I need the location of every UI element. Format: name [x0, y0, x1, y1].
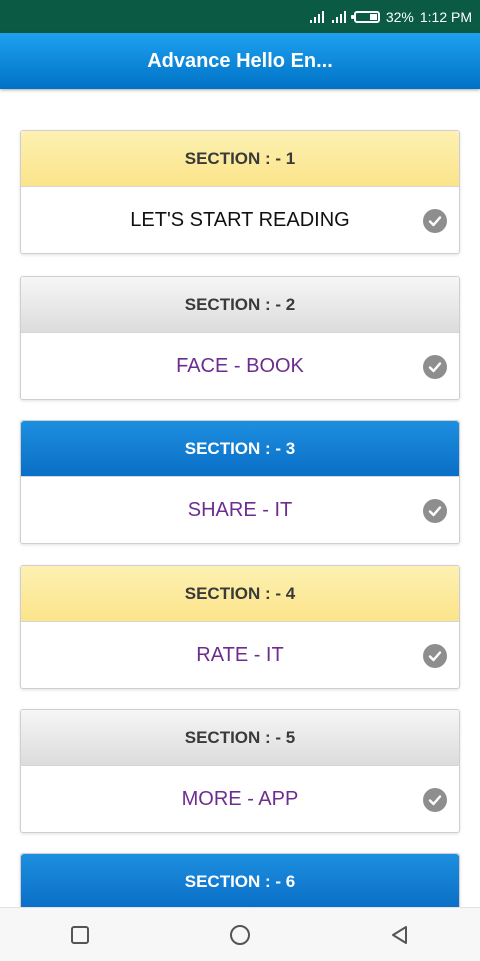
section-item-share[interactable]: SHARE - IT	[21, 477, 459, 543]
recent-apps-button[interactable]	[60, 915, 100, 955]
battery-percent: 32%	[385, 8, 414, 25]
status-bar: 32% 1:12 PM	[0, 0, 480, 33]
section-header: SECTION : - 2	[21, 277, 459, 333]
app-bar: Advance Hello En...	[0, 33, 480, 89]
section-item-label: LET'S START READING	[130, 208, 350, 231]
home-button[interactable]	[220, 915, 260, 955]
section-card: SECTION : - 5 MORE - APP	[20, 709, 460, 833]
check-circle-icon	[423, 788, 447, 812]
check-circle-icon	[423, 644, 447, 668]
recent-apps-icon	[71, 925, 89, 944]
section-item-start-reading[interactable]: LET'S START READING	[21, 187, 459, 253]
section-header: SECTION : - 3	[21, 421, 459, 477]
section-header: SECTION : - 5	[21, 710, 459, 766]
section-header: SECTION : - 1	[21, 131, 459, 187]
section-header: SECTION : - 6	[21, 854, 459, 907]
status-icons: 32% 1:12 PM	[309, 0, 472, 33]
status-time: 1:12 PM	[419, 8, 472, 25]
home-icon	[230, 924, 250, 945]
section-item-label: SHARE - IT	[187, 498, 293, 521]
check-circle-icon	[423, 355, 447, 379]
section-header: SECTION : - 4	[21, 566, 459, 622]
section-item-rate[interactable]: RATE - IT	[21, 622, 459, 688]
section-item-label: MORE - APP	[181, 787, 299, 810]
section-item-more-app[interactable]: MORE - APP	[21, 766, 459, 832]
check-circle-icon	[423, 209, 447, 233]
signal-icon	[331, 10, 348, 23]
battery-icon	[350, 10, 380, 23]
section-list[interactable]: SECTION : - 1 LET'S START READING SECTIO…	[0, 89, 480, 907]
back-icon	[392, 925, 407, 944]
section-item-label: RATE - IT	[196, 643, 284, 666]
section-item-facebook[interactable]: FACE - BOOK	[21, 333, 459, 399]
back-button[interactable]	[380, 915, 420, 955]
signal-icon	[309, 10, 326, 23]
section-card: SECTION : - 1 LET'S START READING	[20, 130, 460, 254]
section-card: SECTION : - 6	[20, 853, 460, 907]
section-card: SECTION : - 3 SHARE - IT	[20, 420, 460, 544]
navigation-bar	[0, 907, 480, 961]
check-circle-icon	[423, 499, 447, 523]
section-card: SECTION : - 4 RATE - IT	[20, 565, 460, 689]
section-card: SECTION : - 2 FACE - BOOK	[20, 276, 460, 400]
section-item-label: FACE - BOOK	[176, 354, 304, 377]
app-title: Advance Hello En...	[147, 49, 333, 72]
